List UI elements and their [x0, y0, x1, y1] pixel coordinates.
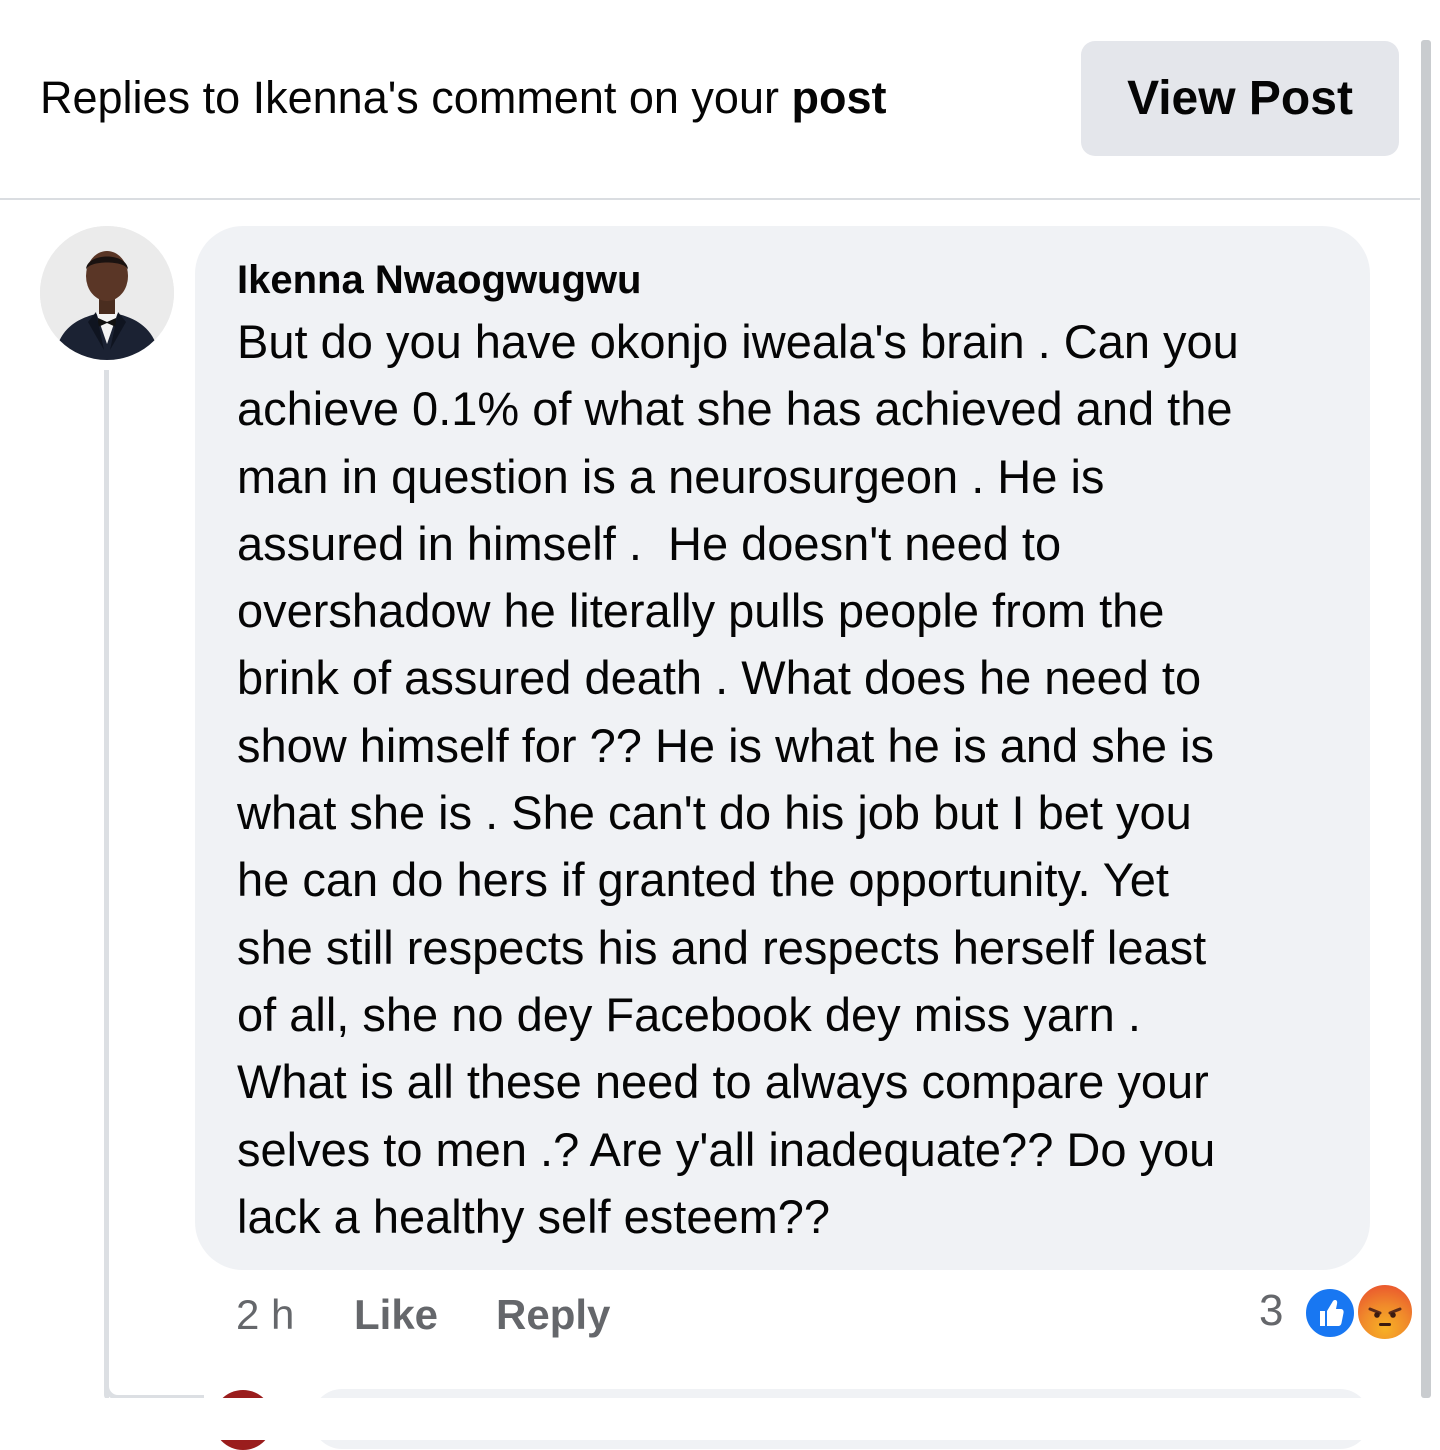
- comment-line: overshadow he literally pulls people fro…: [237, 584, 1165, 638]
- comment-line: he can do hers if granted the opportunit…: [237, 853, 1169, 907]
- thread-line: [104, 370, 109, 1400]
- comment-line: But do you have okonjo iweala's brain . …: [237, 315, 1239, 368]
- comment-line: of all, she no dey Facebook dey miss yar…: [237, 987, 1141, 1041]
- comment-line: what she is . She can't do his job but I…: [237, 786, 1192, 840]
- comment-line: What is all these need to always compare…: [237, 1055, 1209, 1109]
- avatar[interactable]: [40, 226, 174, 360]
- angry-icon[interactable]: [1354, 1281, 1416, 1343]
- bottom-crop: [0, 1398, 1440, 1440]
- like-button[interactable]: Like: [354, 1290, 438, 1340]
- header-title-prefix: Replies to Ikenna's comment on your: [40, 72, 792, 123]
- header-title-post-link[interactable]: post: [791, 72, 886, 123]
- view-post-button[interactable]: View Post: [1081, 41, 1399, 156]
- header: Replies to Ikenna's comment on your post…: [0, 0, 1420, 200]
- comment-line: show himself for ?? He is what he is and…: [237, 718, 1215, 772]
- comment-line: achieve 0.1% of what she has achieved an…: [237, 382, 1233, 436]
- header-title: Replies to Ikenna's comment on your post: [40, 68, 886, 128]
- scrollbar[interactable]: [1421, 40, 1431, 1398]
- reaction-count[interactable]: 3: [1259, 1286, 1283, 1336]
- comment-line: brink of assured death . What does he ne…: [237, 651, 1202, 705]
- comment-line: selves to men .? Are y'all inadequate?? …: [237, 1122, 1216, 1176]
- reply-button[interactable]: Reply: [496, 1290, 610, 1340]
- comment-text: But do you have okonjo iweala's brain . …: [237, 308, 1347, 1250]
- like-icon[interactable]: [1302, 1285, 1358, 1341]
- comment-author[interactable]: Ikenna Nwaogwugwu: [237, 254, 641, 306]
- avatar-photo: [40, 226, 174, 360]
- comment-line: assured in himself . He doesn't need to: [237, 516, 1062, 570]
- comment-timestamp[interactable]: 2 h: [236, 1290, 294, 1340]
- comment-line: man in question is a neurosurgeon . He i…: [237, 449, 1105, 503]
- comment-line: she still respects his and respects hers…: [237, 920, 1207, 974]
- comment-line: lack a healthy self esteem??: [237, 1189, 831, 1243]
